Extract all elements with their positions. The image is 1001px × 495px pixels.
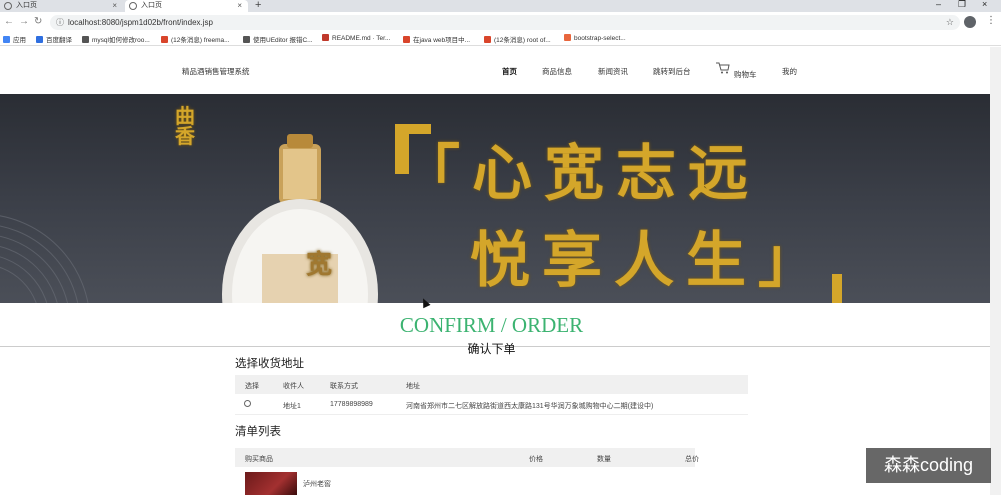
tab-title: 入口页	[141, 2, 162, 9]
browser-tab[interactable]: 入口页 ×	[0, 0, 123, 12]
bookmark-item[interactable]: (12条消息) freema...	[161, 34, 230, 44]
address-row[interactable]: 地址1 17789898989 河南省郑州市二七区解放路街道西太康路131号华润…	[235, 395, 748, 415]
globe-icon	[4, 2, 12, 10]
browser-tab-active[interactable]: 入口页 ×	[125, 0, 248, 12]
hero-banner[interactable]: 曲香 宽 「心宽志远 悦享人生」	[0, 94, 990, 303]
nav-mine[interactable]: 我的	[782, 66, 797, 77]
bookmark-label: 在java web项目中...	[413, 37, 471, 44]
page-scrollbar[interactable]	[990, 47, 1001, 495]
close-window-button[interactable]: ×	[982, 0, 987, 9]
bookmark-star-icon[interactable]: ☆	[946, 15, 954, 30]
column-header: 地址	[406, 383, 420, 390]
bookmark-item[interactable]: README.md · Ter...	[322, 34, 390, 42]
bookmark-label: 百度翻译	[46, 37, 72, 44]
column-header: 购买商品	[245, 456, 273, 463]
product-name[interactable]: 泸州老窖	[303, 479, 331, 489]
bookmark-item[interactable]: mysql如何修改roo...	[82, 34, 150, 44]
apps-grid-icon	[3, 36, 10, 43]
column-header: 收件人	[283, 383, 304, 390]
items-section-heading: 清单列表	[235, 426, 281, 438]
column-header: 联系方式	[330, 383, 358, 390]
url-input[interactable]: ⓘ localhost:8080/jspm1d02b/front/index.j…	[50, 15, 960, 30]
csdn-icon	[161, 36, 168, 43]
maximize-button[interactable]: ❐	[958, 0, 966, 10]
recipient-cell: 地址1	[283, 403, 301, 410]
banner-slogan-line1: 「心宽志远	[400, 139, 760, 209]
page-icon	[243, 36, 250, 43]
nav-news[interactable]: 新闻资讯	[598, 66, 628, 77]
bookmark-item[interactable]: 百度翻译	[36, 34, 72, 44]
nav-products[interactable]: 商品信息	[542, 66, 572, 77]
address-cell: 河南省郑州市二七区解放路街道西太康路131号华润万象城购物中心二期(建设中)	[406, 403, 654, 410]
column-header: 选择	[245, 383, 259, 390]
url-text: localhost:8080/jspm1d02b/front/index.jsp	[68, 18, 213, 27]
liquor-bottle	[222, 134, 378, 303]
bookmark-label: (12条消息) root of...	[494, 37, 551, 44]
bookmark-label: mysql如何修改roo...	[92, 37, 150, 44]
column-header: 数量	[597, 456, 611, 463]
page-icon	[82, 36, 89, 43]
banner-slogan-line2: 悦享人生」	[470, 226, 830, 296]
bookmark-item[interactable]: 使用UEditor 报错C...	[243, 34, 313, 44]
back-arrow-icon[interactable]: ←	[4, 16, 14, 27]
bookmark-label: 应用	[13, 37, 26, 44]
bottle-label: 宽	[306, 250, 333, 280]
nav-admin[interactable]: 跳转到后台	[653, 66, 691, 77]
column-header: 总价	[685, 456, 699, 463]
csdn-icon	[403, 36, 410, 43]
profile-avatar-icon[interactable]	[964, 16, 976, 28]
phone-cell: 17789898989	[330, 401, 373, 408]
site-title[interactable]: 精品酒销售管理系统	[182, 66, 250, 77]
address-section-heading: 选择收货地址	[235, 358, 304, 370]
items-table-header: 购买商品 价格 数量 总价	[235, 448, 699, 467]
confirm-order-title: CONFIRM / ORDER	[399, 313, 584, 337]
bookmark-item[interactable]: 在java web项目中...	[403, 34, 470, 44]
gitee-icon	[322, 34, 329, 41]
address-bar-row: ← → ↻ ⓘ localhost:8080/jspm1d02b/front/i…	[0, 12, 1001, 32]
globe-icon	[129, 2, 137, 10]
forward-arrow-icon[interactable]: →	[19, 16, 29, 27]
minimize-button[interactable]: –	[936, 0, 941, 9]
tab-title: 入口页	[16, 2, 37, 9]
browser-tab-strip: 入口页 × 入口页 × + – ❐ ×	[0, 0, 1001, 12]
page-icon	[564, 34, 571, 41]
csdn-icon	[484, 36, 491, 43]
nav-home[interactable]: 首页	[502, 66, 517, 77]
bookmark-item[interactable]: bootstrap-select...	[564, 34, 626, 42]
bookmark-item[interactable]: 应用	[3, 34, 26, 44]
watermark: 森森coding	[866, 448, 991, 483]
bookmark-label: (12条消息) freema...	[171, 37, 230, 44]
close-tab-icon[interactable]: ×	[112, 0, 117, 12]
info-icon[interactable]: ⓘ	[56, 15, 64, 30]
address-table-header: 选择 收件人 联系方式 地址	[235, 375, 748, 394]
bookmark-item[interactable]: (12条消息) root of...	[484, 34, 551, 44]
cart-icon[interactable]	[716, 62, 730, 74]
bookmark-label: README.md · Ter...	[332, 35, 391, 42]
site-header: 精品酒销售管理系统 首页 商品信息 新闻资讯 跳转到后台 购物车 我的	[0, 47, 1001, 94]
brand-logo: 曲香	[175, 104, 195, 148]
baidu-icon	[36, 36, 43, 43]
bookmark-label: bootstrap-select...	[574, 35, 626, 42]
column-header: 价格	[529, 456, 543, 463]
confirm-order-subtitle: 确认下单	[467, 342, 516, 356]
address-radio[interactable]	[244, 400, 251, 407]
bookmarks-bar: 应用 百度翻译 mysql如何修改roo... (12条消息) freema..…	[0, 32, 1001, 46]
close-tab-icon[interactable]: ×	[237, 0, 242, 12]
menu-kebab-icon[interactable]: ⋮	[986, 15, 996, 26]
bookmark-label: 使用UEditor 报错C...	[253, 37, 313, 44]
reload-icon[interactable]: ↻	[34, 16, 42, 27]
nav-cart[interactable]: 购物车	[734, 69, 757, 80]
product-thumbnail[interactable]	[245, 472, 297, 495]
new-tab-button[interactable]: +	[255, 0, 261, 11]
